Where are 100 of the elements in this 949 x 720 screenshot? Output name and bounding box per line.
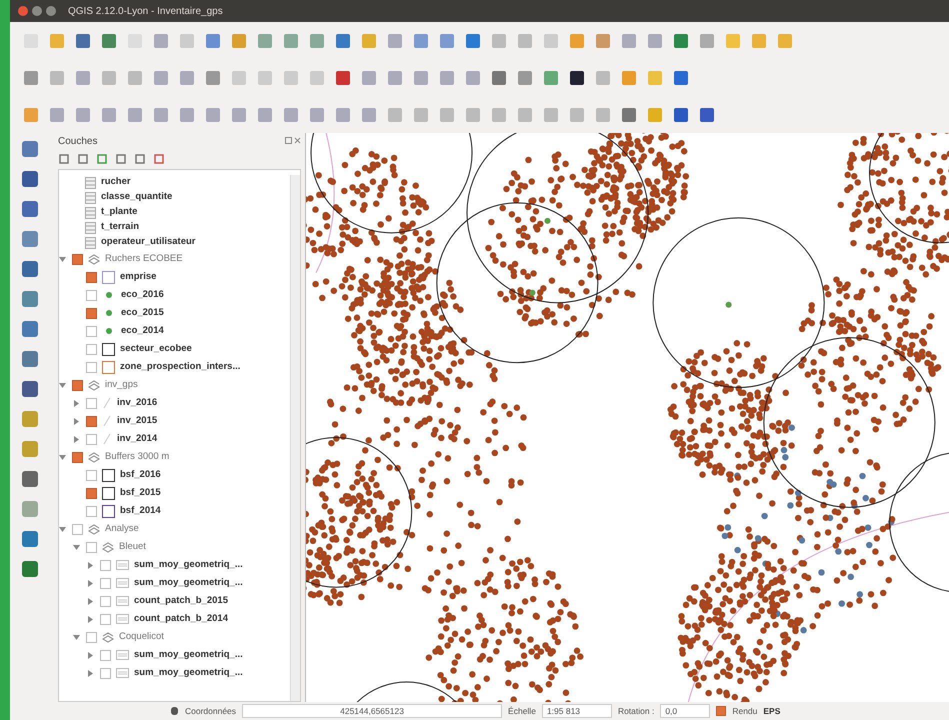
expanded-arrow-icon[interactable] xyxy=(73,634,81,640)
layer-name[interactable]: t_plante xyxy=(101,205,138,220)
layer-name[interactable]: bsf_2014 xyxy=(120,504,161,518)
layer-tool-icon[interactable] xyxy=(134,153,146,165)
layer-name[interactable]: operateur_utilisateur xyxy=(101,235,196,250)
layer-checkbox[interactable] xyxy=(86,470,97,480)
group-name[interactable]: Buffers 3000 m xyxy=(105,450,170,464)
expanded-arrow-icon[interactable] xyxy=(73,544,81,550)
group-name[interactable]: Coquelicot xyxy=(119,630,164,644)
rotation-field[interactable]: 0,0 xyxy=(660,704,710,718)
collapsed-arrow-icon[interactable] xyxy=(87,616,95,622)
layer-tool-icon[interactable] xyxy=(96,153,108,165)
layer-checkbox[interactable] xyxy=(100,596,111,606)
layer-checkbox[interactable] xyxy=(86,290,97,300)
line-symbol-icon xyxy=(102,415,112,427)
layer-name[interactable]: rucher xyxy=(101,175,131,190)
raster-symbol-icon xyxy=(116,614,129,624)
layer-checkbox[interactable] xyxy=(86,272,97,282)
layer-checkbox[interactable] xyxy=(72,380,83,390)
minimize-icon[interactable] xyxy=(32,6,42,16)
table-icon xyxy=(85,192,96,204)
layer-checkbox[interactable] xyxy=(86,542,97,552)
collapsed-arrow-icon[interactable] xyxy=(73,418,81,424)
layer-checkbox[interactable] xyxy=(72,452,83,462)
layer-checkbox[interactable] xyxy=(86,362,97,372)
maximize-icon[interactable] xyxy=(46,6,56,16)
layer-name[interactable]: emprise xyxy=(120,270,156,284)
layer-checkbox[interactable] xyxy=(86,326,97,336)
layer-checkbox[interactable] xyxy=(86,416,97,426)
group-name[interactable]: Ruchers ECOBEE xyxy=(105,252,183,266)
layer-tool-icon[interactable] xyxy=(77,153,89,165)
layer-checkbox[interactable] xyxy=(100,578,111,588)
layer-checkbox[interactable] xyxy=(72,524,83,534)
close-icon[interactable] xyxy=(18,6,28,16)
layer-checkbox[interactable] xyxy=(100,614,111,624)
table-icon xyxy=(85,236,96,248)
collapsed-arrow-icon[interactable] xyxy=(87,652,95,658)
layer-name[interactable]: count_patch_b_2015 xyxy=(134,594,228,608)
crs-button[interactable]: EPS xyxy=(763,704,780,718)
layer-checkbox[interactable] xyxy=(86,488,97,498)
layer-name[interactable]: t_terrain xyxy=(101,220,140,235)
layer-name[interactable]: eco_2014 xyxy=(121,324,164,338)
expanded-arrow-icon[interactable] xyxy=(59,526,67,532)
collapsed-arrow-icon[interactable] xyxy=(73,436,81,442)
layer-name[interactable]: bsf_2015 xyxy=(120,486,161,500)
layer-tool-icon[interactable] xyxy=(115,153,127,165)
collapsed-arrow-icon[interactable] xyxy=(87,598,95,604)
layer-tool-icon[interactable] xyxy=(153,153,165,165)
layer-tool-icon[interactable] xyxy=(58,153,70,165)
panel-title: Couches xyxy=(58,134,98,148)
scale-field[interactable]: 1:95 813 xyxy=(542,704,612,718)
toolbar-tool-icon[interactable] xyxy=(20,169,40,189)
layer-checkbox[interactable] xyxy=(100,668,111,678)
layer-checkbox[interactable] xyxy=(86,398,97,408)
raster-symbol-icon xyxy=(116,578,129,588)
layer-checkbox[interactable] xyxy=(100,560,111,570)
layer-name[interactable]: inv_2014 xyxy=(117,432,158,446)
layer-name[interactable]: classe_quantite xyxy=(101,190,172,205)
collapsed-arrow-icon[interactable] xyxy=(87,670,95,676)
panel-float-close-icon[interactable] xyxy=(285,137,301,145)
layer-group-icon xyxy=(88,523,100,535)
map-canvas-drawing[interactable] xyxy=(306,133,949,702)
layer-name[interactable]: zone_prospection_inters... xyxy=(120,360,240,374)
group-name[interactable]: inv_gps xyxy=(105,378,138,392)
coordinates-field[interactable]: 425144,6565123 xyxy=(242,704,502,718)
expanded-arrow-icon[interactable] xyxy=(59,454,67,460)
layer-name[interactable]: inv_2016 xyxy=(117,396,158,410)
collapsed-arrow-icon[interactable] xyxy=(87,580,95,586)
render-checkbox[interactable] xyxy=(716,706,726,716)
layer-name[interactable]: sum_moy_geometriq_... xyxy=(134,558,243,572)
layer-checkbox[interactable] xyxy=(86,506,97,516)
layer-checkbox[interactable] xyxy=(86,632,97,642)
collapsed-arrow-icon[interactable] xyxy=(87,562,95,568)
table-icon xyxy=(85,206,96,218)
layer-name[interactable]: sum_moy_geometriq_... xyxy=(134,648,243,662)
group-name[interactable]: Analyse xyxy=(105,522,139,536)
layer-checkbox[interactable] xyxy=(86,308,97,318)
render-label: Rendu xyxy=(732,704,758,718)
layer-checkbox[interactable] xyxy=(72,254,83,264)
layer-checkbox[interactable] xyxy=(86,344,97,354)
expanded-arrow-icon[interactable] xyxy=(59,382,67,388)
layer-name[interactable]: sum_moy_geometriq_... xyxy=(134,666,243,680)
layer-name[interactable]: eco_2015 xyxy=(121,306,164,320)
table-icon xyxy=(85,222,96,234)
raster-symbol-icon xyxy=(116,650,129,660)
layer-name[interactable]: inv_2015 xyxy=(117,414,158,428)
layer-name[interactable]: eco_2016 xyxy=(121,288,164,302)
scrollbar[interactable] xyxy=(290,175,300,701)
group-name[interactable]: Bleuet xyxy=(119,540,146,554)
layer-checkbox[interactable] xyxy=(100,650,111,660)
expanded-arrow-icon[interactable] xyxy=(59,256,67,262)
layer-name[interactable]: secteur_ecobee xyxy=(120,342,192,356)
collapsed-arrow-icon[interactable] xyxy=(73,400,81,406)
layer-name[interactable]: count_patch_b_2014 xyxy=(134,612,228,626)
toolbar-tool-icon[interactable] xyxy=(568,68,586,86)
toolbar-tool-icon[interactable] xyxy=(20,379,40,399)
layer-name[interactable]: bsf_2016 xyxy=(120,468,161,482)
raster-symbol-icon xyxy=(116,596,129,606)
layer-name[interactable]: sum_moy_geometriq_... xyxy=(134,576,243,590)
layer-checkbox[interactable] xyxy=(86,434,97,444)
